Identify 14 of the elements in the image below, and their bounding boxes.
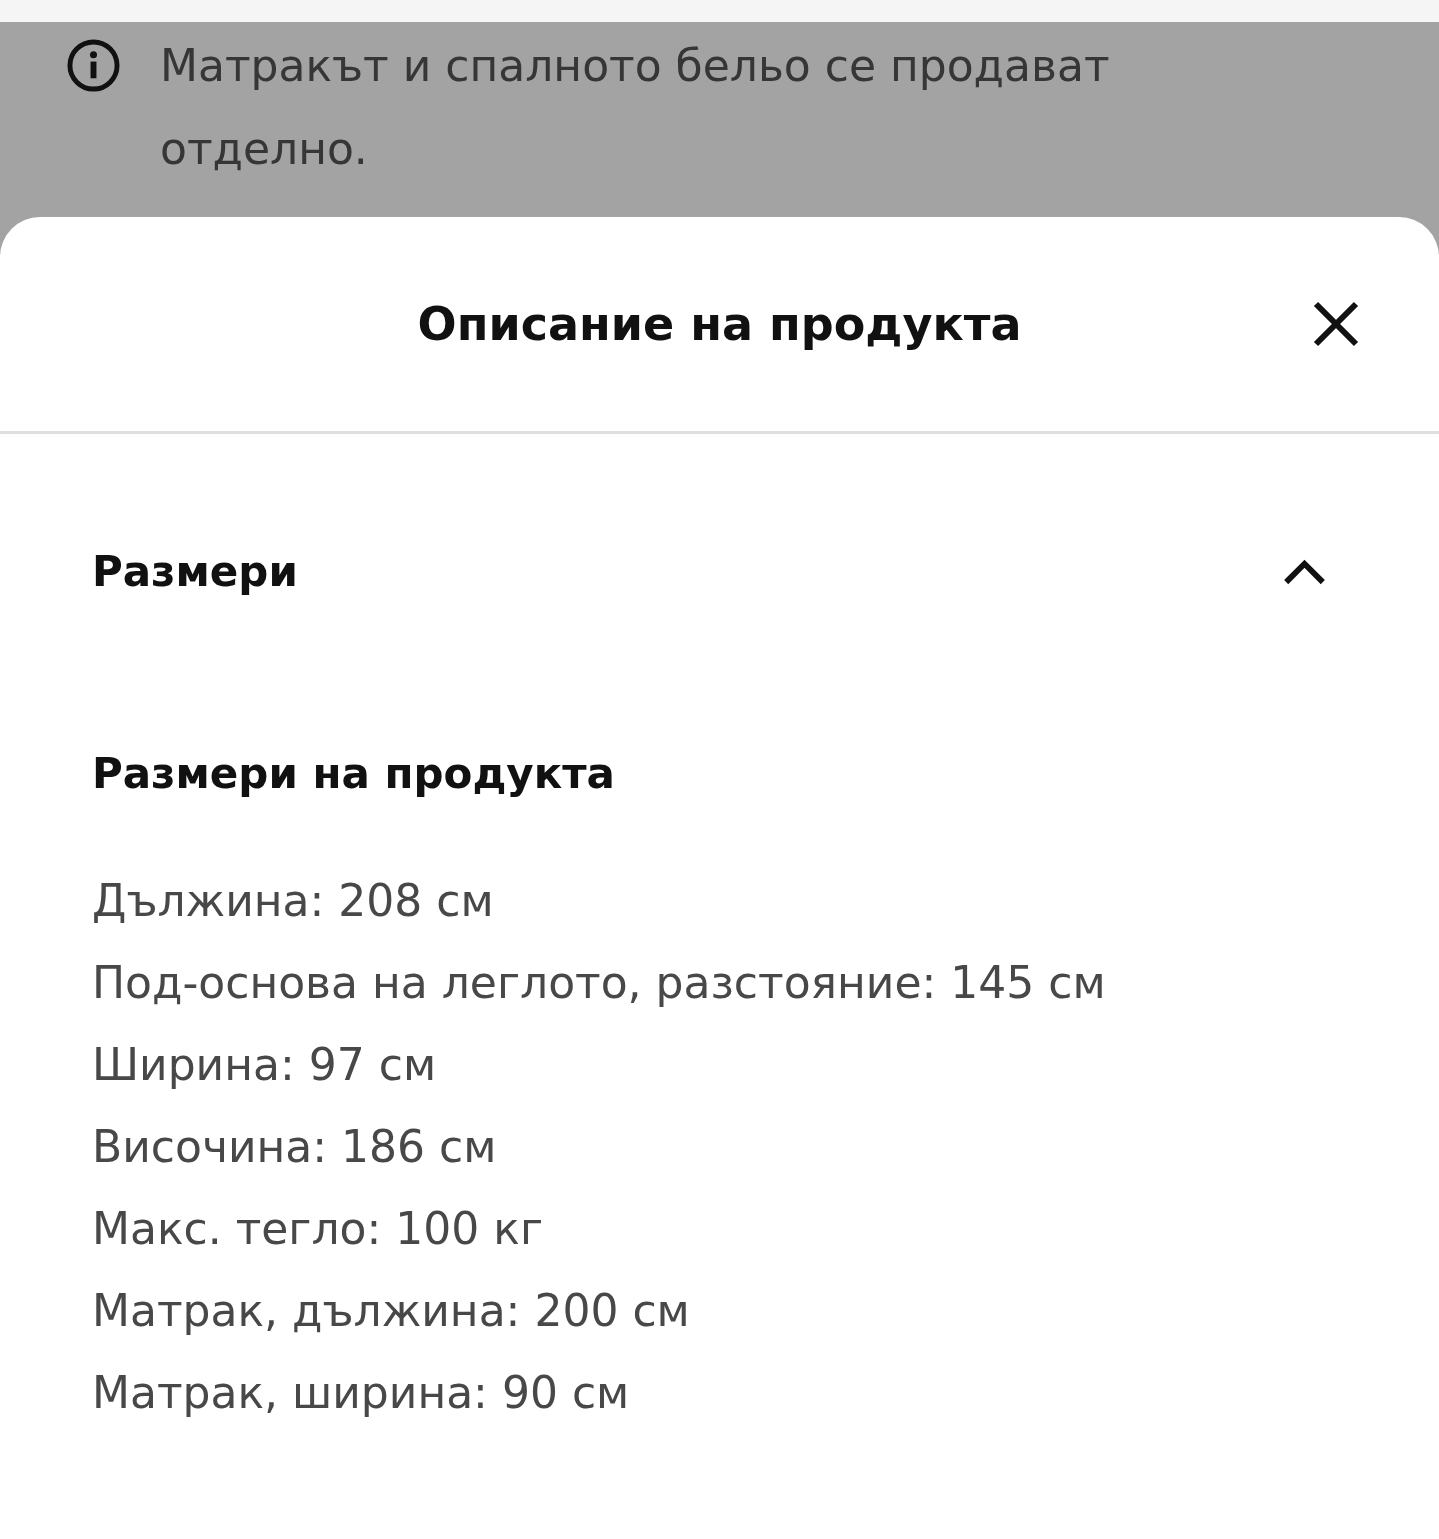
spec-line: Под-основа на леглото, разстояние: 145 см	[92, 956, 1106, 1010]
spec-line: Матрак, дължина: 200 см	[92, 1284, 690, 1338]
spec-line: Височина: 186 см	[92, 1120, 497, 1174]
spec-line: Матрак, ширина: 90 см	[92, 1366, 630, 1420]
info-icon	[67, 39, 120, 92]
sheet-title: Описание на продукта	[417, 297, 1022, 351]
spec-line: Ширина: 97 см	[92, 1038, 437, 1092]
chevron-icon	[1283, 557, 1326, 585]
close-icon	[1313, 301, 1359, 347]
section-toggle[interactable]: Размери	[0, 511, 1439, 631]
spec-line: Макс. тегло: 100 кг	[92, 1202, 543, 1256]
section-subheading: Размери на продукта	[92, 748, 616, 800]
notice-text: Матракът и спалното бельо се продават отделно.	[160, 39, 1111, 176]
spec-line: Дължина: 208 см	[92, 874, 494, 928]
